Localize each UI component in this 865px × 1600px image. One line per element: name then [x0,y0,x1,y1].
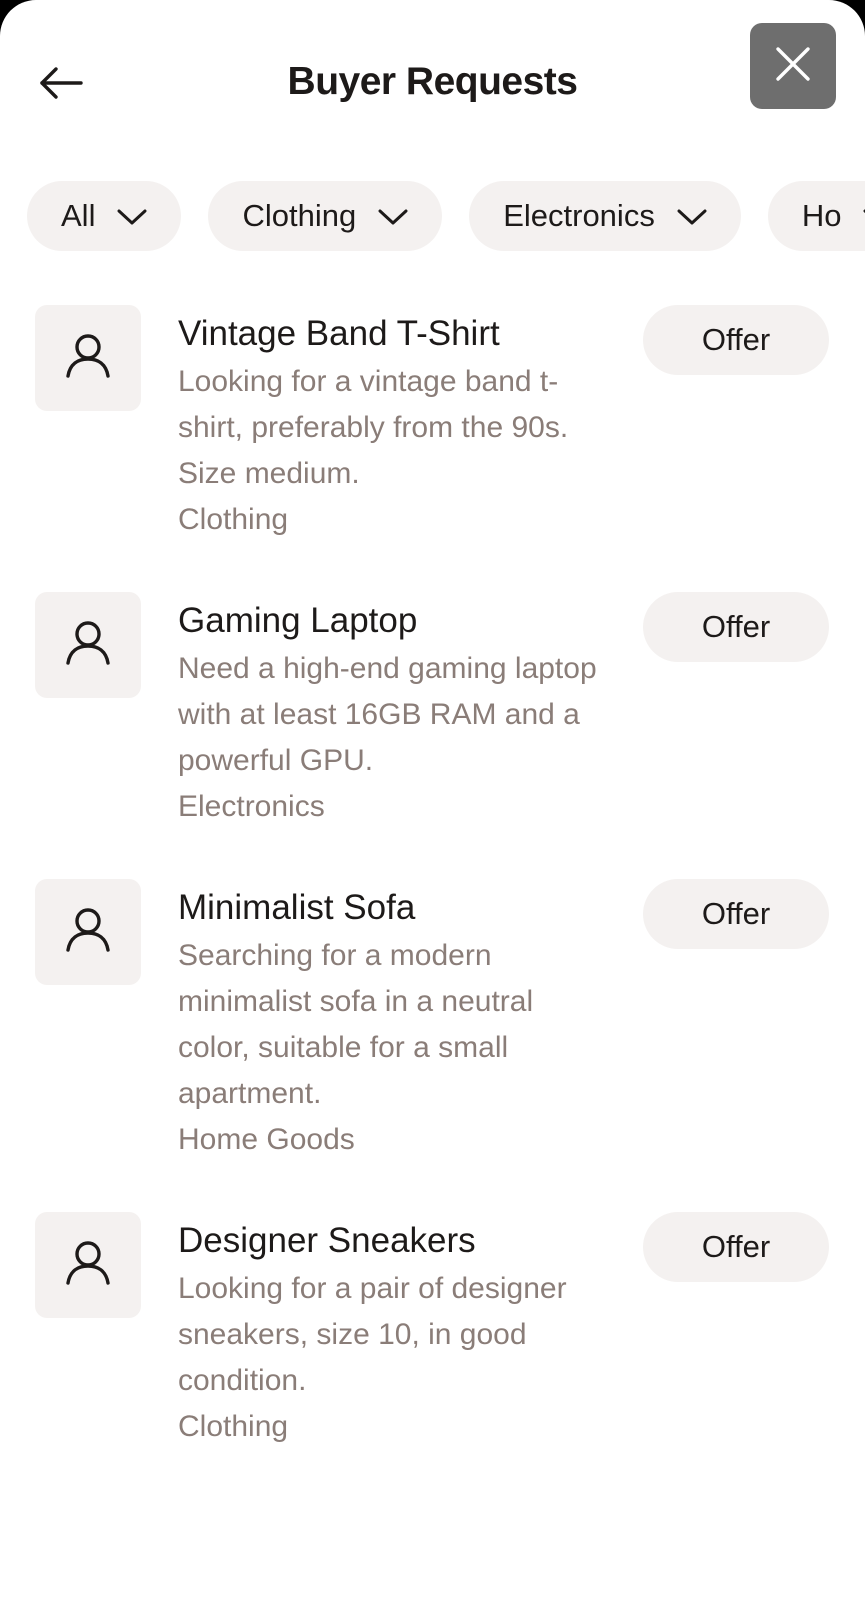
user-icon [64,620,112,671]
user-icon [64,333,112,384]
offer-button[interactable]: Offer [643,879,829,949]
avatar [35,305,141,411]
close-icon [775,46,811,87]
request-item: Gaming Laptop Need a high-end gaming lap… [0,592,865,879]
request-title: Vintage Band T-Shirt [178,314,500,353]
filter-chip-electronics[interactable]: Electronics [469,181,741,251]
request-category: Electronics [178,790,325,823]
user-icon [64,907,112,958]
request-description: Looking for a vintage band t-shirt, pref… [178,365,569,490]
category-filter-bar: All Clothing Electronics Ho [27,181,865,251]
request-title: Minimalist Sofa [178,888,416,927]
close-button[interactable] [750,23,836,109]
filter-chip-label: Electronics [503,198,655,233]
chevron-down-icon [677,198,707,234]
buyer-requests-sheet: Buyer Requests All Clothing Electronics [0,0,865,1600]
avatar [35,1212,141,1318]
request-details: Vintage Band T-Shirt Looking for a vinta… [178,311,613,543]
offer-button[interactable]: Offer [643,305,829,375]
filter-chip-label: Ho [801,198,842,233]
request-category: Home Goods [178,1123,355,1156]
request-details: Designer Sneakers Looking for a pair of … [178,1218,613,1450]
chevron-down-icon [378,198,408,234]
request-item: Vintage Band T-Shirt Looking for a vinta… [0,305,865,592]
avatar [35,592,141,698]
request-title: Designer Sneakers [178,1221,476,1260]
request-category: Clothing [178,1410,289,1443]
filter-chip-home[interactable]: Ho [767,181,865,251]
filter-chip-label: Clothing [242,198,357,233]
avatar [35,879,141,985]
page-title: Buyer Requests [287,60,578,103]
request-title: Gaming Laptop [178,601,418,640]
user-icon [64,1240,112,1291]
filter-chip-clothing[interactable]: Clothing [208,181,443,251]
request-item: Designer Sneakers Looking for a pair of … [0,1212,865,1499]
filter-chip-all[interactable]: All [27,181,182,251]
offer-button[interactable]: Offer [643,1212,829,1282]
request-description: Searching for a modern minimalist sofa i… [178,939,534,1110]
request-item: Minimalist Sofa Searching for a modern m… [0,879,865,1212]
request-description: Need a high-end gaming laptop with at le… [178,652,597,777]
request-details: Minimalist Sofa Searching for a modern m… [178,885,613,1163]
request-details: Gaming Laptop Need a high-end gaming lap… [178,598,613,830]
request-description: Looking for a pair of designer sneakers,… [178,1272,567,1397]
chevron-down-icon [117,198,147,234]
request-category: Clothing [178,503,289,536]
request-list: Vintage Band T-Shirt Looking for a vinta… [0,305,865,1499]
filter-chip-label: All [61,198,96,233]
offer-button[interactable]: Offer [643,592,829,662]
